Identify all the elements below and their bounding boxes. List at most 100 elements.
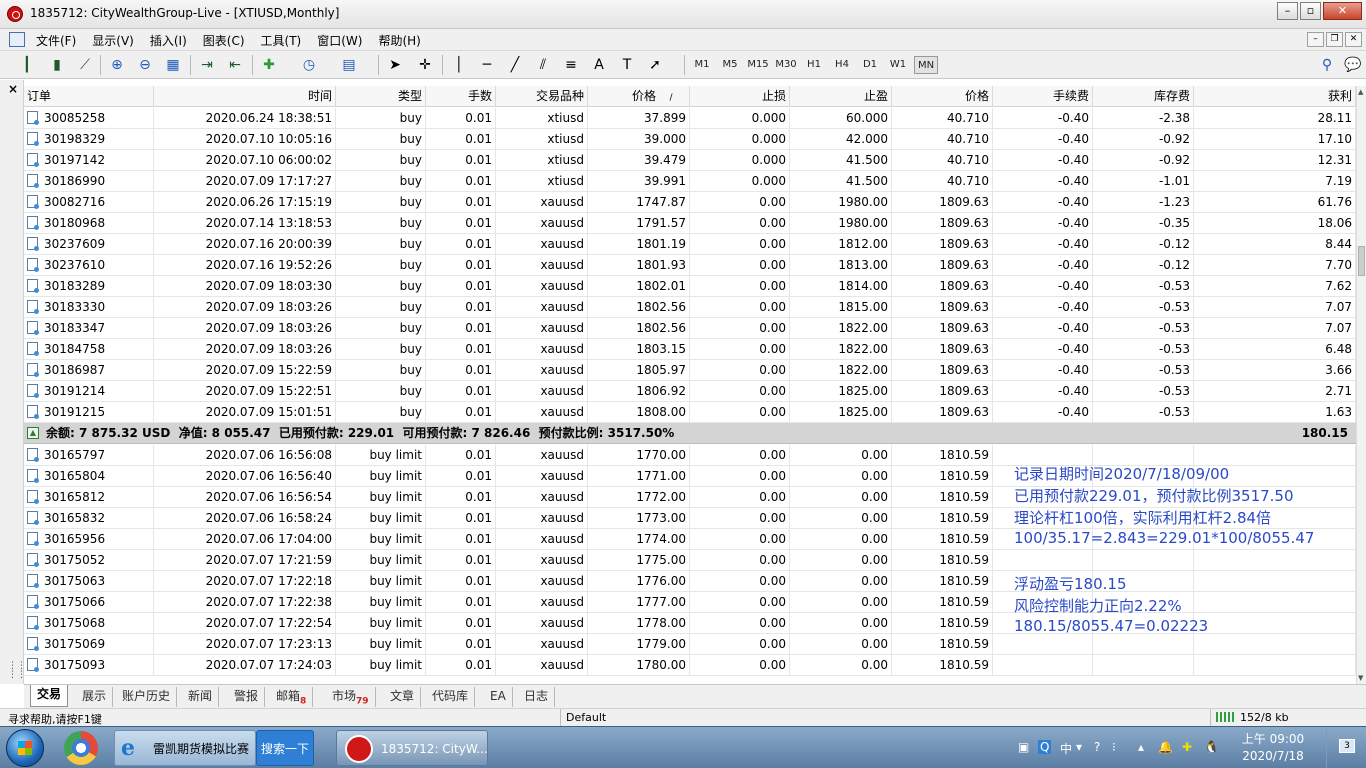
table-row[interactable]: 30175063 2020.07.07 17:22:18 buy limit 0.01… <box>24 571 1356 592</box>
scroll-down-icon[interactable]: ▼ <box>1358 674 1363 682</box>
mdi-close-icon[interactable]: ✕ <box>1345 32 1362 47</box>
timeframe-button-h1[interactable]: H1 <box>802 56 826 74</box>
table-row[interactable]: 30085258 2020.06.24 18:38:51 buy 0.01 xtiusd… <box>24 108 1356 129</box>
terminal-tab[interactable]: 文章 <box>384 687 422 707</box>
text-icon[interactable]: A <box>588 54 610 76</box>
table-row[interactable]: 30175052 2020.07.07 17:21:59 buy limit 0.01… <box>24 550 1356 571</box>
timeframe-button-h4[interactable]: H4 <box>830 56 854 74</box>
timeframe-button-d1[interactable]: D1 <box>858 56 882 74</box>
ime-dropdown-icon[interactable]: ▾ <box>1076 740 1082 754</box>
table-row[interactable]: 30237610 2020.07.16 19:52:26 buy 0.01 xauusd… <box>24 255 1356 276</box>
horizontal-line-icon[interactable]: ─ <box>476 54 498 76</box>
pdf-icon[interactable]: ▣ <box>1018 740 1029 754</box>
bar-chart-icon[interactable]: ┃ <box>16 54 38 76</box>
column-header[interactable]: 时间 <box>154 86 336 107</box>
text-label-icon[interactable]: T <box>616 54 638 76</box>
autoscroll-icon[interactable]: ⇥ <box>196 54 218 76</box>
column-header[interactable]: 交易品种 <box>496 86 588 107</box>
vertical-line-icon[interactable]: │ <box>448 54 470 76</box>
timeframe-button-w1[interactable]: W1 <box>886 56 910 74</box>
timeframe-button-mn[interactable]: MN <box>914 56 938 74</box>
table-row[interactable]: 30191215 2020.07.09 15:01:51 buy 0.01 xauusd… <box>24 402 1356 423</box>
menu-item[interactable]: 插入(I) <box>144 32 193 49</box>
cursor-icon[interactable]: ➤ <box>384 54 406 76</box>
templates-icon[interactable]: ▤ <box>338 54 360 76</box>
menu-item[interactable]: 图表(C) <box>197 32 251 49</box>
show-desktop-button[interactable]: 3 <box>1326 727 1366 768</box>
menu-item[interactable]: 帮助(H) <box>372 32 426 49</box>
table-row[interactable]: 30198329 2020.07.10 10:05:16 buy 0.01 xtiusd… <box>24 129 1356 150</box>
qq-input-icon[interactable]: Q <box>1038 740 1052 754</box>
qq-penguin-icon[interactable]: 🐧 <box>1204 740 1219 754</box>
column-header[interactable]: 止盈 <box>790 86 892 107</box>
menu-item[interactable]: 工具(T) <box>255 32 308 49</box>
table-row[interactable]: 30186990 2020.07.09 17:17:27 buy 0.01 xtiusd… <box>24 171 1356 192</box>
ime-options-icon[interactable]: ⁝ <box>1112 740 1116 754</box>
candlestick-icon[interactable]: ▮ <box>46 54 68 76</box>
start-button[interactable] <box>6 729 44 767</box>
table-row[interactable]: 30183289 2020.07.09 18:03:30 buy 0.01 xauusd… <box>24 276 1356 297</box>
minimize-icon[interactable]: – <box>1277 2 1298 20</box>
menu-item[interactable]: 显示(V) <box>86 32 140 49</box>
terminal-tab[interactable]: EA <box>484 687 513 707</box>
table-row[interactable]: 30237609 2020.07.16 20:00:39 buy 0.01 xauusd… <box>24 234 1356 255</box>
indicators-icon[interactable]: ✚ <box>258 54 280 76</box>
table-row[interactable]: 30180968 2020.07.14 13:18:53 buy 0.01 xauusd… <box>24 213 1356 234</box>
chrome-icon[interactable] <box>64 731 98 765</box>
table-row[interactable]: 30183347 2020.07.09 18:03:26 buy 0.01 xauusd… <box>24 318 1356 339</box>
column-header[interactable]: 手续费 <box>993 86 1093 107</box>
table-row[interactable]: 30184758 2020.07.09 18:03:26 buy 0.01 xauusd… <box>24 339 1356 360</box>
column-header[interactable]: 订单 <box>24 86 154 107</box>
table-row[interactable]: 30175093 2020.07.07 17:24:03 buy limit 0.01… <box>24 655 1356 676</box>
crosshair-icon[interactable]: ✛ <box>414 54 436 76</box>
scroll-up-icon[interactable]: ▲ <box>1358 88 1363 96</box>
column-header[interactable]: 库存费 <box>1093 86 1194 107</box>
column-header[interactable]: 止损 <box>690 86 790 107</box>
channel-icon[interactable]: ⫽ <box>532 54 554 76</box>
taskbar-ie-window[interactable]: e 雷凯期货模拟比赛 <box>114 730 256 766</box>
column-header[interactable]: 获利 <box>1194 86 1356 107</box>
help-icon[interactable]: ? <box>1094 740 1100 754</box>
arrows-icon[interactable]: ➚ <box>644 54 666 76</box>
maximize-icon[interactable]: ▫ <box>1300 2 1321 20</box>
tile-windows-icon[interactable]: ▦ <box>162 54 184 76</box>
zoom-out-icon[interactable]: ⊖ <box>134 54 156 76</box>
close-icon[interactable]: ✕ <box>1323 2 1362 20</box>
ime-indicator[interactable]: 中 <box>1060 740 1072 757</box>
search-button[interactable]: 搜索一下 <box>256 730 314 766</box>
mdi-restore-icon[interactable]: ❐ <box>1326 32 1343 47</box>
mdi-minimize-icon[interactable]: – <box>1307 32 1324 47</box>
terminal-tab[interactable]: 邮箱8 <box>270 687 314 707</box>
terminal-tab[interactable]: 代码库 <box>426 687 476 707</box>
trendline-icon[interactable]: ╱ <box>504 54 526 76</box>
terminal-tab[interactable]: 展示 <box>76 687 114 707</box>
notification-bell-icon[interactable]: 🔔 <box>1158 740 1173 754</box>
tray-expand-icon[interactable]: ▴ <box>1138 740 1144 754</box>
column-header[interactable]: 价格 <box>892 86 993 107</box>
terminal-tab[interactable]: 日志 <box>518 687 556 707</box>
line-chart-icon[interactable]: ⟋ <box>74 54 96 76</box>
search-icon[interactable]: ⚲ <box>1316 54 1338 76</box>
terminal-tab[interactable]: 新闻 <box>182 687 220 707</box>
taskbar-clock[interactable]: 上午 09:00 2020/7/18 <box>1230 731 1316 765</box>
taskbar-mt4-window[interactable]: 1835712: CityW... <box>336 730 488 766</box>
table-row[interactable]: 30191214 2020.07.09 15:22:51 buy 0.01 xauusd… <box>24 381 1356 402</box>
account-summary-row[interactable]: ▲ 余额: 7 875.32 USD 净值: 8 055.47 已用预付款: 2… <box>24 423 1356 444</box>
column-header[interactable]: 价格 / <box>588 86 690 107</box>
table-row[interactable]: 30175069 2020.07.07 17:23:13 buy limit 0.01… <box>24 634 1356 655</box>
timeframe-button-m15[interactable]: M15 <box>746 56 770 74</box>
terminal-tab[interactable]: 市场79 <box>326 687 376 707</box>
chart-shift-icon[interactable]: ⇤ <box>224 54 246 76</box>
timeframe-button-m1[interactable]: M1 <box>690 56 714 74</box>
chart-window-icon[interactable] <box>9 32 25 47</box>
table-scrollbar[interactable]: ▲ ▼ <box>1356 86 1366 684</box>
menu-item[interactable]: 文件(F) <box>30 32 82 49</box>
table-row[interactable]: 30186987 2020.07.09 15:22:59 buy 0.01 xauusd… <box>24 360 1356 381</box>
tray-app-icon[interactable]: ✚ <box>1182 740 1192 754</box>
table-row[interactable]: 30082716 2020.06.26 17:15:19 buy 0.01 xauusd… <box>24 192 1356 213</box>
column-header[interactable]: 类型 <box>336 86 426 107</box>
terminal-tab[interactable]: 警报 <box>228 687 266 707</box>
terminal-close-icon[interactable]: × <box>8 82 18 96</box>
chat-icon[interactable]: 💬 <box>1342 54 1364 76</box>
table-row[interactable]: 30197142 2020.07.10 06:00:02 buy 0.01 xtiusd… <box>24 150 1356 171</box>
